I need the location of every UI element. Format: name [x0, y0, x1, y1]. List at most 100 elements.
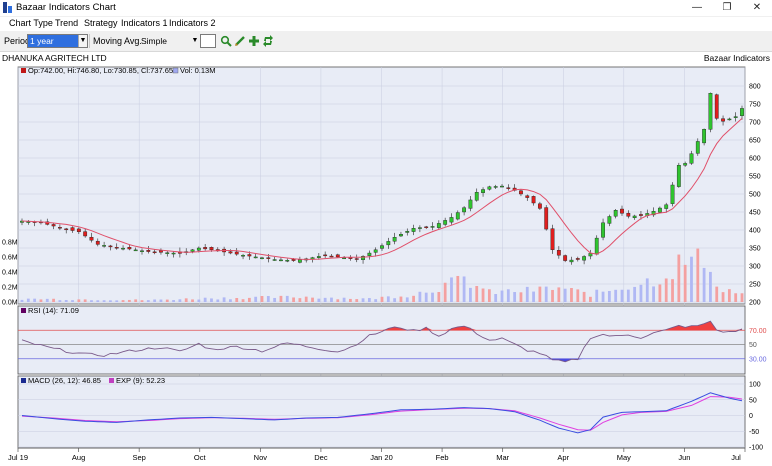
candle [89, 236, 94, 241]
volume-tick-label: 0.8M [2, 240, 18, 247]
volume-bar [71, 300, 74, 302]
volume-tick-label: 0.6M [2, 255, 18, 262]
volume-bar [121, 300, 125, 302]
rsi-tick-label: 50 [749, 342, 757, 349]
company-name: DHANUKA AGRITECH LTD [2, 53, 107, 63]
price-tick-label: 750 [749, 102, 761, 109]
volume-bar [172, 300, 175, 302]
volume-bar [222, 297, 226, 302]
refresh-icon[interactable] [262, 35, 274, 47]
volume-bar [494, 294, 498, 302]
volume-bar [386, 296, 390, 302]
candle [708, 93, 713, 130]
volume-bar [311, 297, 314, 302]
volume-bar [696, 248, 700, 302]
exp-legend: EXP (9): 52.23 [116, 376, 165, 385]
candle [228, 251, 233, 254]
rsi-panel[interactable] [17, 305, 746, 375]
candle [657, 207, 662, 213]
volume-bar [90, 300, 93, 302]
month-label: Jan 20 [370, 453, 393, 462]
period-value: 1 year [28, 35, 78, 47]
volume-bar [361, 298, 365, 302]
volume-bar [96, 300, 100, 302]
volume-bar [45, 298, 49, 302]
menu-chart-type[interactable]: Chart Type [9, 18, 53, 28]
volume-bar [165, 299, 169, 302]
volume-bar [639, 284, 643, 302]
candle [474, 191, 479, 201]
volume-bar [633, 286, 637, 302]
menu-strategy[interactable]: Strategy [84, 18, 118, 28]
period-select[interactable]: 1 year ▼ [27, 34, 88, 48]
price-tick-label: 600 [749, 156, 761, 163]
candle [620, 208, 624, 214]
price-tick-label: 350 [749, 246, 761, 253]
candle [544, 207, 549, 230]
month-label: Nov [254, 453, 268, 462]
price-tick-label: 500 [749, 192, 761, 199]
extra-input[interactable] [200, 34, 216, 48]
candle [455, 212, 460, 220]
volume-bar [241, 299, 245, 302]
volume-bar [652, 286, 655, 302]
plus-icon[interactable] [248, 35, 260, 47]
month-label: Feb [436, 453, 449, 462]
candle [367, 252, 372, 256]
volume-bar [380, 296, 384, 302]
candle [272, 259, 277, 261]
menu-trend[interactable]: Trend [55, 18, 78, 28]
candle [575, 258, 580, 260]
volume-bar [595, 289, 599, 302]
brand-label: Bazaar Indicators [703, 53, 770, 63]
candle [689, 153, 694, 164]
candle [531, 196, 536, 204]
moving-avg-select[interactable]: Simple ▼ [138, 34, 200, 48]
month-label: Jul 19 [8, 453, 28, 462]
candle [140, 250, 144, 252]
moving-avg-label: Moving Avg. [93, 36, 142, 46]
minimize-button[interactable]: — [682, 0, 712, 16]
price-tick-label: 400 [749, 228, 761, 235]
search-icon[interactable] [220, 35, 232, 47]
volume-bar [317, 298, 321, 302]
maximize-button[interactable]: ❐ [712, 0, 742, 16]
candle [323, 254, 328, 257]
volume-bar [216, 299, 220, 302]
candle [664, 204, 669, 209]
volume-bar [342, 297, 346, 302]
stock-chart[interactable]: 800750700650600550500450400350300250200 … [0, 64, 772, 466]
volume-bar [153, 299, 157, 302]
close-button[interactable]: ✕ [742, 0, 772, 16]
candle [247, 254, 252, 257]
candle [569, 259, 574, 263]
volume-bar [247, 297, 251, 302]
volume-bar [607, 290, 611, 302]
volume-bar [469, 287, 472, 302]
pen-icon[interactable] [234, 35, 246, 47]
volume-bar [399, 296, 403, 302]
menu-indicators-2[interactable]: Indicators 2 [169, 18, 216, 28]
candle [430, 226, 435, 228]
chevron-down-icon[interactable]: ▼ [78, 35, 87, 47]
menu-indicators-1[interactable]: Indicators 1 [121, 18, 168, 28]
candle [342, 257, 347, 260]
chevron-down-icon[interactable]: ▼ [191, 35, 199, 47]
price-tick-label: 450 [749, 210, 761, 217]
volume-bar [690, 256, 693, 302]
volume-bar [39, 299, 43, 302]
volume-bar [229, 299, 232, 302]
candle [582, 256, 587, 261]
volume-bar [26, 298, 30, 302]
volume-bar [487, 289, 491, 302]
rsi-legend: RSI (14): 71.09 [28, 306, 79, 315]
volume-bar [52, 298, 55, 302]
month-label: Jul [731, 453, 741, 462]
volume-bar [671, 279, 674, 302]
volume-bar [64, 299, 68, 302]
price-tick-label: 650 [749, 138, 761, 145]
candle [159, 250, 163, 253]
volume-bar [538, 286, 542, 302]
candle [57, 227, 62, 229]
candle [51, 224, 56, 227]
